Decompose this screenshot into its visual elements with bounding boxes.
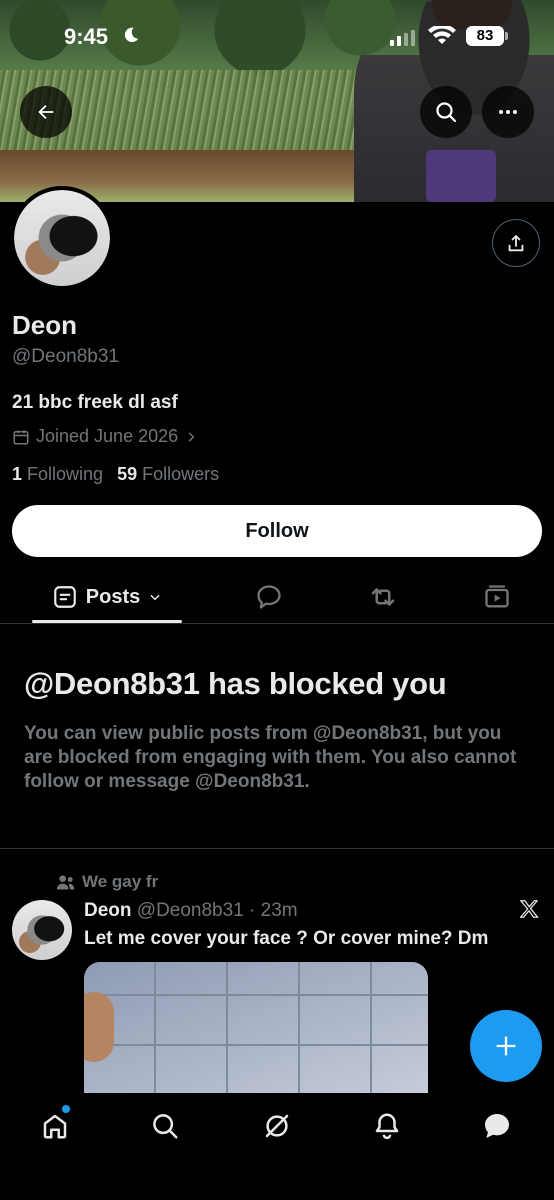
following-count: 1	[12, 464, 23, 484]
grok-icon	[265, 1114, 289, 1138]
messages-icon	[485, 1114, 509, 1138]
profile-name: Deon	[12, 310, 77, 340]
search-icon	[436, 102, 457, 123]
nav-grok[interactable]	[260, 1109, 294, 1143]
profile-handle: @Deon8b31	[12, 346, 119, 367]
post-avatar-image	[12, 900, 72, 960]
back-button[interactable]	[20, 86, 72, 138]
follow-counts: 1 Following 59 Followers	[12, 464, 219, 485]
battery-indicator: 83	[466, 26, 508, 46]
section-divider	[0, 848, 554, 849]
arrow-left-icon	[38, 104, 54, 120]
posts-icon	[53, 586, 76, 608]
post-header: Deon @Deon8b31 · 23m	[84, 900, 298, 922]
share-icon	[508, 234, 524, 252]
profile-bio: 21 bbc freek dl asf	[12, 392, 178, 413]
community-icon	[56, 875, 75, 890]
followers-link[interactable]: 59 Followers	[117, 464, 219, 484]
followers-count: 59	[117, 464, 138, 484]
following-label: Following	[27, 464, 104, 484]
post-media-image[interactable]	[84, 962, 428, 1094]
media-finger	[84, 992, 114, 1062]
blocked-description: You can view public posts from @Deon8b31…	[24, 723, 517, 792]
media-icon	[485, 585, 509, 608]
tab-posts-label: Posts	[85, 585, 141, 608]
calendar-icon	[13, 429, 29, 444]
tab-media[interactable]	[482, 582, 512, 612]
nav-notifications[interactable]	[370, 1109, 404, 1143]
nav-home[interactable]	[38, 1109, 72, 1143]
joined-date[interactable]: Joined June 2026	[12, 426, 198, 447]
nav-messages[interactable]	[480, 1109, 514, 1143]
post-author-avatar[interactable]	[12, 900, 72, 960]
bell-icon	[375, 1113, 399, 1140]
moon-icon	[124, 27, 139, 43]
chevron-down-icon	[150, 594, 160, 601]
community-label[interactable]: We gay fr	[56, 872, 158, 892]
community-name: We gay fr	[82, 872, 159, 891]
following-link[interactable]: 1 Following	[12, 464, 103, 484]
home-icon	[43, 1114, 67, 1139]
reply-icon	[257, 585, 281, 609]
profile-avatar[interactable]	[10, 186, 114, 290]
more-icon	[499, 110, 517, 114]
search-button[interactable]	[420, 86, 472, 138]
follow-button[interactable]: Follow	[12, 505, 542, 557]
status-time: 9:45	[64, 24, 109, 49]
banner-person-shirt	[426, 150, 496, 202]
more-button[interactable]	[482, 86, 534, 138]
avatar-image	[14, 190, 110, 286]
tab-reposts[interactable]	[368, 582, 398, 612]
share-button[interactable]	[492, 219, 540, 267]
post-author-name[interactable]: Deon	[84, 900, 132, 921]
status-bar: 9:45 83	[0, 0, 554, 70]
active-tab-indicator	[32, 620, 182, 623]
post-text: Let me cover your face ? Or cover mine? …	[84, 928, 489, 949]
signal-icon	[390, 30, 415, 46]
home-notification-dot	[62, 1105, 70, 1113]
wifi-icon	[428, 26, 456, 44]
plus-icon	[496, 1036, 516, 1056]
tab-posts[interactable]: Posts	[32, 570, 182, 624]
repost-icon	[371, 588, 395, 606]
tab-replies[interactable]	[254, 582, 284, 612]
joined-label: Joined June 2026	[36, 426, 179, 446]
chevron-right-icon	[188, 431, 195, 442]
search-icon	[153, 1114, 178, 1139]
profile-tabs: Posts	[0, 570, 554, 624]
bottom-nav	[0, 1093, 554, 1200]
post-author-meta: @Deon8b31 · 23m	[136, 900, 298, 921]
followers-label: Followers	[142, 464, 220, 484]
nav-search[interactable]	[148, 1109, 182, 1143]
x-logo-icon	[519, 900, 539, 918]
blocked-title: @Deon8b31 has blocked you	[24, 666, 447, 701]
compose-button[interactable]	[470, 1010, 542, 1082]
